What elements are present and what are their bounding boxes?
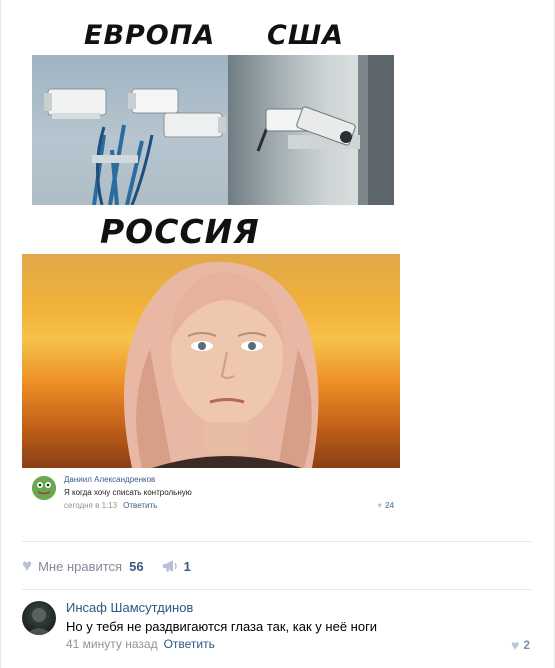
frog-icon <box>32 476 56 500</box>
comment-text: Но у тебя не раздвигаются глаза так, как… <box>66 619 378 634</box>
embedded-comment-time: сегодня в 1:13 <box>64 501 118 510</box>
single-camera-panel <box>228 55 394 205</box>
embedded-like-count: 24 <box>385 501 394 510</box>
like-button[interactable]: ♥ Мне нравится 56 <box>22 556 144 576</box>
meme-label-europe: ЕВРОПА <box>84 20 216 51</box>
comment-time[interactable]: 41 минуту назад <box>66 637 158 651</box>
like-count: 56 <box>129 558 144 574</box>
embedded-comment-meta: сегодня в 1:13 Ответить <box>64 501 157 510</box>
meme-label-usa: США <box>267 20 345 51</box>
heart-icon: ♥ <box>22 556 33 575</box>
embedded-reply-link[interactable]: Ответить <box>123 501 157 510</box>
camera-cluster-panel <box>32 55 228 205</box>
post-actions: ♥ Мне нравится 56 1 <box>22 554 191 578</box>
heart-icon: ♥ <box>377 501 383 510</box>
cctv-cameras-illustration <box>44 88 226 205</box>
meme-image[interactable]: ЕВРОПА США РОССИЯ <box>22 0 400 468</box>
wall-camera-illustration <box>256 55 394 205</box>
embedded-comment: Даниил Александренков Я когда хочу списа… <box>22 468 400 520</box>
embedded-comment-likes[interactable]: ♥ 24 <box>377 501 394 510</box>
meme-label-russia: РОССИЯ <box>100 212 260 251</box>
share-count: 1 <box>183 558 191 574</box>
comment-meta: 41 минуту назад Ответить <box>66 637 215 651</box>
girl-portrait-illustration <box>124 261 319 468</box>
divider <box>22 589 532 590</box>
embedded-comment-text: Я когда хочу списать контрольную <box>64 488 192 497</box>
comment-like-button[interactable]: ♥ 2 <box>511 637 530 653</box>
heart-icon: ♥ <box>511 637 520 653</box>
share-button[interactable]: 1 <box>162 559 191 574</box>
reply-link[interactable]: Ответить <box>164 637 215 651</box>
person-silhouette-icon <box>26 608 52 635</box>
divider <box>22 541 532 542</box>
comment-like-count: 2 <box>523 638 530 652</box>
commenter-avatar[interactable] <box>22 601 56 635</box>
comment-author[interactable]: Инсаф Шамсутдинов <box>66 600 193 615</box>
embedded-comment-author[interactable]: Даниил Александренков <box>64 475 155 484</box>
girl-photo-panel <box>22 254 400 468</box>
megaphone-share-icon <box>162 560 177 572</box>
like-label: Мне нравится <box>38 558 123 574</box>
post-card: ЕВРОПА США РОССИЯ Даниил Александренков … <box>0 0 555 668</box>
pepe-avatar[interactable] <box>32 476 56 500</box>
